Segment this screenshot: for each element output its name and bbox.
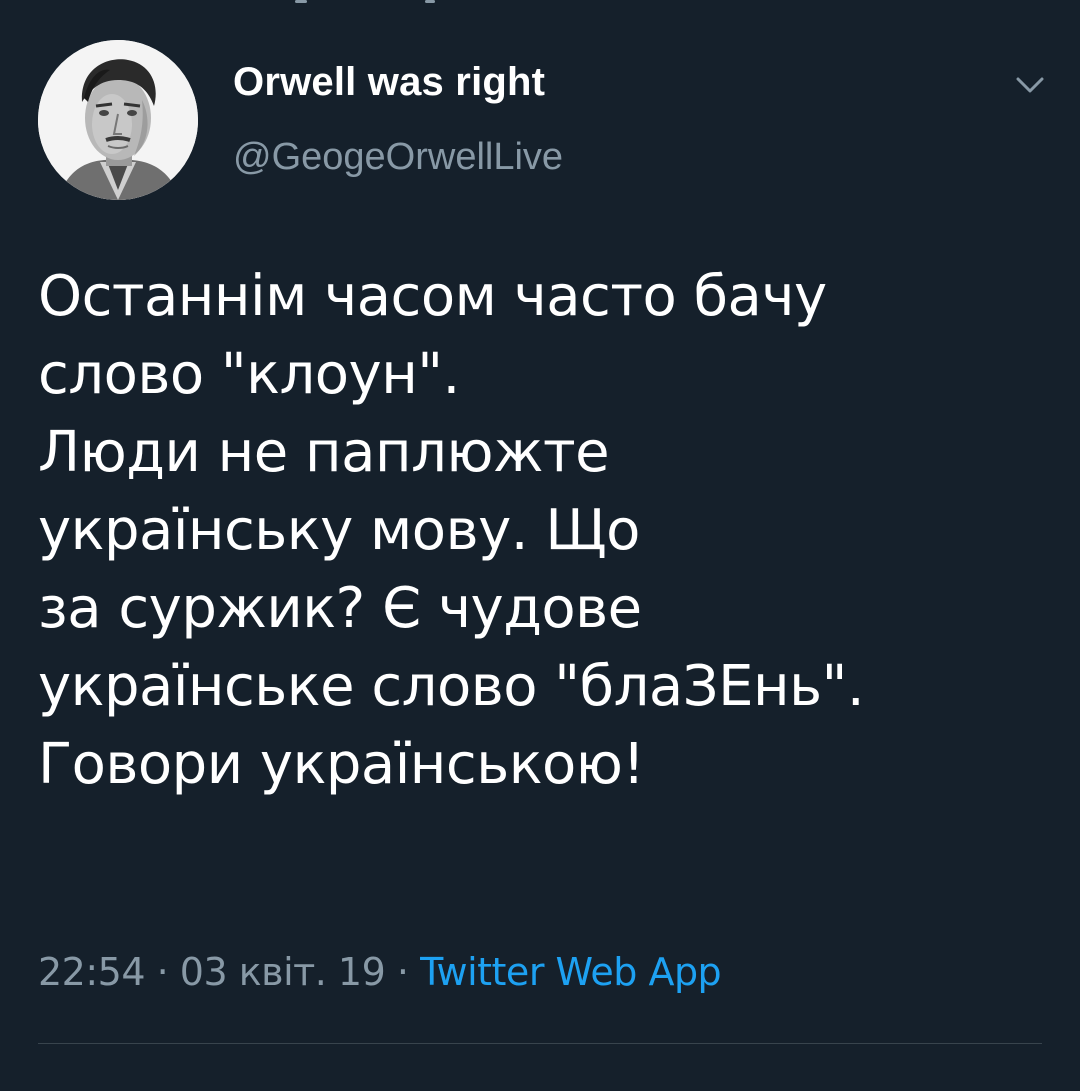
tweet-text: Останнім часом часто бачу слово "клоун".…: [38, 258, 1048, 804]
tweet-text-line: Останнім часом часто бачу: [38, 264, 827, 329]
divider: [38, 1043, 1042, 1044]
chevron-down-icon[interactable]: [1010, 70, 1050, 100]
meta-separator: ·: [156, 950, 169, 994]
tweet-text-line: слово "клоун".: [38, 342, 460, 407]
tweet-text-line: Говори українською!: [38, 732, 645, 797]
tweet-time[interactable]: 22:54: [38, 950, 146, 994]
tweet-text-line: за суржик? Є чудове: [38, 576, 642, 641]
meta-separator: ·: [396, 950, 409, 994]
tweet-text-line: українське слово "блаЗЕнь".: [38, 654, 865, 719]
tweet-text-line: українську мову. Що: [38, 498, 640, 563]
tweet-source-link[interactable]: Twitter Web App: [420, 950, 722, 994]
tweet-text-line: Люди не паплюжте: [38, 420, 610, 485]
display-name[interactable]: Orwell was right: [233, 60, 545, 105]
avatar-portrait-image: [38, 40, 198, 200]
avatar[interactable]: [38, 40, 198, 200]
tweet: Orwell was right @GeogeOrwellLive Останн…: [0, 0, 1080, 1091]
tweet-meta: 22:54 · 03 квіт. 19 · Twitter Web App: [38, 950, 722, 994]
tweet-date[interactable]: 03 квіт. 19: [180, 950, 386, 994]
user-handle[interactable]: @GeogeOrwellLive: [233, 136, 563, 179]
